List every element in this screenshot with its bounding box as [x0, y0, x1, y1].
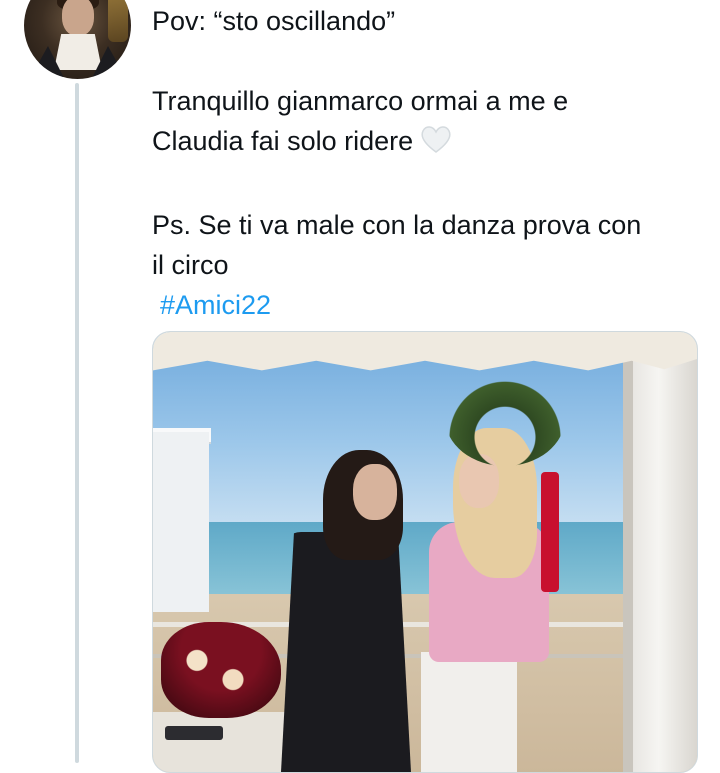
tweet-line: il circo: [152, 250, 229, 280]
avatar-background-detail: [108, 0, 128, 42]
author-avatar[interactable]: [24, 0, 131, 79]
photo-laurel-wreath: [445, 370, 565, 466]
photo-table: [153, 712, 303, 772]
photo-red-ribbon: [541, 472, 559, 592]
tweet-line: Claudia fai solo ridere: [152, 121, 702, 165]
avatar-face: [62, 0, 94, 36]
hashtag-link[interactable]: #Amici22: [160, 290, 271, 320]
photo-sea: [153, 522, 697, 602]
photo-pillar: [633, 332, 697, 772]
tweet-line: Ps. Se ti va male con la danza prova con: [152, 210, 642, 240]
tweet-text: Pov: “sto oscillando” Tranquillo gianmar…: [152, 1, 702, 325]
avatar-collar: [54, 34, 102, 70]
photo-phone: [165, 726, 223, 740]
tweet-line: Pov: “sto oscillando”: [152, 6, 396, 36]
photo-person-right-pants: [421, 652, 517, 772]
photo-lifeguard-tower: [153, 432, 209, 612]
tweet-line-text: Claudia fai solo ridere: [152, 126, 414, 156]
photo-pillar-edge: [623, 332, 633, 772]
thread-connector-line: [75, 83, 79, 763]
tweet-line: #Amici22: [152, 285, 702, 325]
photo-person-left-face: [353, 464, 397, 520]
tweet-photo[interactable]: [152, 331, 698, 773]
white-heart-icon: [419, 124, 453, 165]
photo-bouquet: [161, 622, 281, 718]
photo-person-left-body: [281, 532, 411, 772]
tweet-line: Tranquillo gianmarco ormai a me e: [152, 86, 569, 116]
